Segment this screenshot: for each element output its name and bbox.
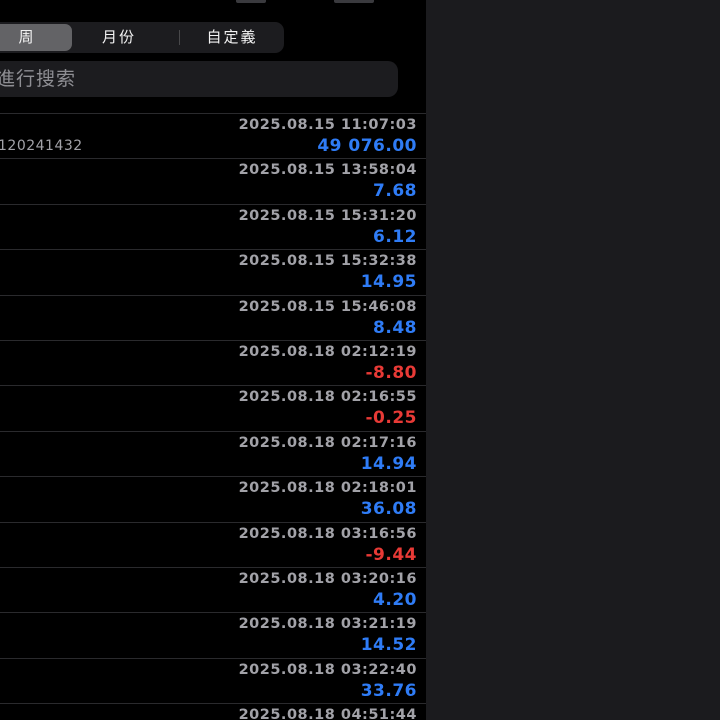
row-amount: 36.08 (360, 499, 417, 520)
row-timestamp: 2025.08.15 15:31:20 (238, 207, 417, 224)
row-timestamp: 2025.08.15 15:32:38 (238, 253, 417, 270)
row-timestamp: 2025.08.18 02:18:01 (238, 480, 417, 497)
row-amount: 6.12 (373, 226, 417, 247)
row-amount: 33.76 (360, 680, 417, 701)
row-timestamp: 2025.08.18 03:21:19 (238, 616, 417, 633)
tab-week[interactable]: 周 (0, 24, 72, 51)
row-amount: 4.20 (373, 589, 417, 610)
row-timestamp: 2025.08.15 11:07:03 (238, 117, 417, 133)
row-amount: 49 076.00 (317, 136, 417, 156)
top-toolbar-control[interactable] (236, 0, 266, 3)
table-row[interactable]: 2025.08.18 02:17:16 14.94 (0, 430, 426, 477)
row-timestamp: 2025.08.18 03:22:40 (238, 661, 417, 678)
row-timestamp: 2025.08.18 02:16:55 (238, 389, 417, 406)
history-screen: 周 月份 自定義 2025.08.15 11:07:03 49 076.00 120… (0, 0, 720, 720)
row-timestamp: 2025.08.18 03:16:56 (238, 525, 417, 542)
tab-month[interactable]: 月份 (80, 24, 158, 51)
table-row[interactable]: 2025.08.18 02:12:19 -8.80 (0, 339, 426, 386)
table-row[interactable]: 2025.08.18 03:21:19 14.52 (0, 612, 426, 658)
table-row[interactable]: 2025.08.18 03:16:56 -9.44 (0, 521, 426, 567)
row-timestamp: 2025.08.18 03:20:16 (238, 570, 417, 587)
tab-custom[interactable]: 自定義 (180, 24, 284, 51)
row-timestamp: 2025.08.18 04:51:44 (238, 707, 417, 720)
period-segmented-control: 周 月份 自定義 (0, 22, 284, 53)
row-amount: 8.48 (373, 317, 417, 338)
row-timestamp: 2025.08.15 13:58:04 (238, 162, 417, 179)
search-bar[interactable] (0, 61, 398, 97)
row-amount: -8.80 (365, 362, 417, 383)
table-row[interactable]: 2025.08.18 02:16:55 -0.25 (0, 385, 426, 431)
row-amount: -9.44 (365, 544, 417, 565)
history-panel: 周 月份 自定義 2025.08.15 11:07:03 49 076.00 120… (0, 0, 426, 720)
row-amount: 14.52 (360, 635, 417, 656)
row-timestamp: 2025.08.18 02:17:16 (238, 434, 417, 451)
search-input[interactable] (0, 61, 386, 97)
table-row[interactable]: 2025.08.18 03:20:16 4.20 (0, 566, 426, 613)
transaction-list[interactable]: 2025.08.15 11:07:03 49 076.00 120241432 202… (0, 113, 426, 720)
row-timestamp: 2025.08.18 02:12:19 (238, 343, 417, 360)
table-row[interactable]: 2025.08.15 13:58:04 7.68 (0, 158, 426, 204)
side-panel (426, 0, 720, 720)
table-row[interactable]: 2025.08.15 11:07:03 49 076.00 120241432 (0, 113, 426, 159)
top-toolbar-control[interactable] (334, 0, 374, 3)
row-amount: 7.68 (373, 181, 417, 202)
table-row[interactable]: 2025.08.15 15:31:20 6.12 (0, 203, 426, 250)
row-comment: 120241432 (0, 138, 83, 154)
row-amount: 14.94 (360, 453, 417, 474)
table-row[interactable]: 2025.08.18 04:51:44 (0, 703, 426, 720)
table-row[interactable]: 2025.08.15 15:32:38 14.95 (0, 249, 426, 295)
row-amount: -0.25 (365, 408, 417, 429)
table-row[interactable]: 2025.08.15 15:46:08 8.48 (0, 294, 426, 340)
table-row[interactable]: 2025.08.18 03:22:40 33.76 (0, 657, 426, 704)
row-timestamp: 2025.08.15 15:46:08 (238, 298, 417, 315)
table-row[interactable]: 2025.08.18 02:18:01 36.08 (0, 476, 426, 522)
row-amount: 14.95 (360, 272, 417, 293)
